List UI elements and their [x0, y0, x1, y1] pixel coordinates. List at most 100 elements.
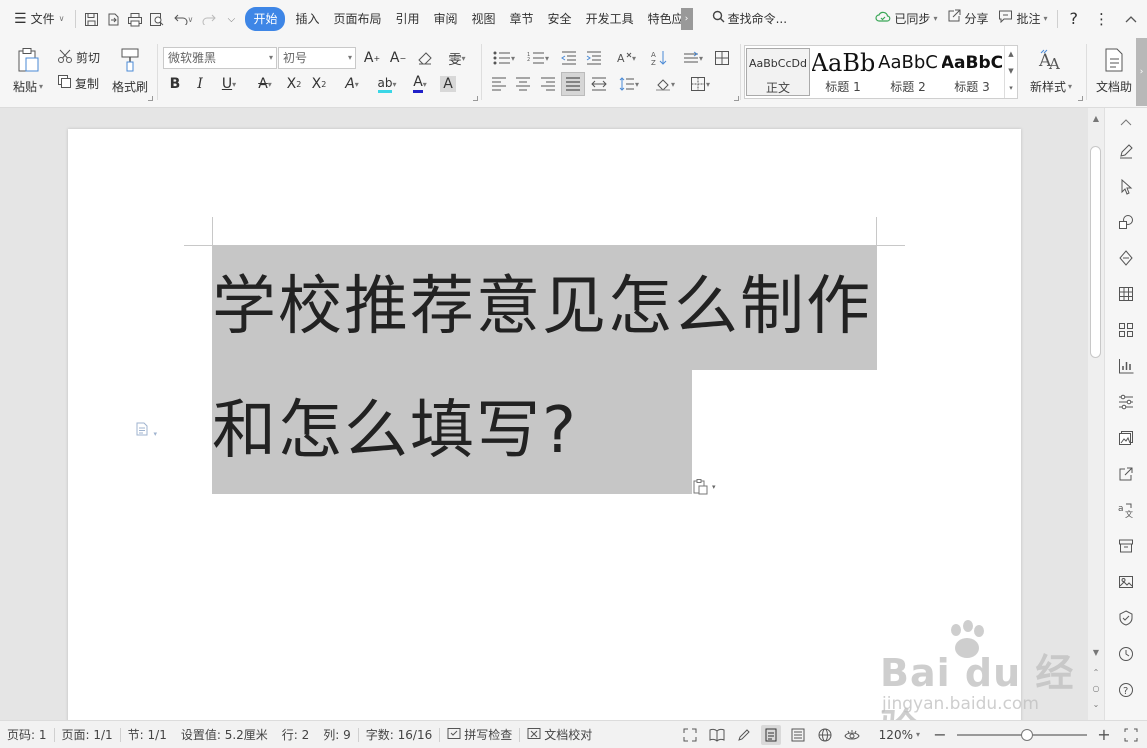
redo-icon[interactable] [198, 8, 220, 30]
doc-assistant-button[interactable]: 文档助 [1092, 46, 1136, 95]
zoom-slider[interactable] [957, 728, 1087, 741]
spell-check-button[interactable]: 拼写检查 [440, 726, 519, 743]
style-normal[interactable]: AaBbCcDd 正文 [746, 48, 810, 96]
font-size-select[interactable]: 初号 ▾ [278, 47, 356, 69]
underline-icon[interactable]: U ▾ [214, 73, 244, 95]
image-gallery-icon[interactable] [1116, 428, 1136, 448]
tab-developer[interactable]: 开发工具 [579, 7, 641, 31]
font-name-select[interactable]: 微软雅黑 ▾ [163, 47, 277, 69]
status-setting-value[interactable]: 设置值: 5.2厘米 [174, 726, 275, 743]
zoom-in-icon[interactable]: + [1094, 725, 1114, 745]
tab-features[interactable]: 特色应 [641, 7, 681, 31]
format-painter-button[interactable]: 格式刷 [108, 46, 152, 95]
share-button[interactable]: 分享 [942, 7, 993, 31]
borders-icon[interactable]: ▾ [685, 73, 715, 95]
vertical-scrollbar[interactable]: ▲ ▼ ⌃ ○ ⌄ [1088, 108, 1104, 720]
status-page-number[interactable]: 页码: 1 [0, 726, 54, 743]
copy-button[interactable]: 复制 [57, 73, 99, 93]
paragraph-layout-icon[interactable]: ▾ [135, 422, 157, 440]
scroll-up-arrow[interactable]: ▲ [1088, 114, 1104, 123]
reading-mode-icon[interactable] [707, 725, 727, 745]
shading-icon[interactable]: ▾ [650, 73, 680, 95]
select-cursor-icon[interactable] [1116, 177, 1136, 197]
picture-icon[interactable] [1116, 572, 1136, 592]
style-brush-icon[interactable] [1116, 248, 1136, 268]
character-shading-icon[interactable]: A [437, 73, 459, 95]
style-heading-2[interactable]: AaBbC 标题 2 [876, 48, 940, 96]
text-effect-icon[interactable]: A ▾ [337, 73, 367, 95]
customize-toolbar-icon[interactable]: ⌵ [220, 8, 242, 30]
print-preview-icon[interactable] [146, 8, 168, 30]
translate-icon[interactable]: a文 [1116, 500, 1136, 520]
document-page[interactable]: 学校推荐意见怎么制作和怎么填写? ▾ ▾ [68, 129, 1021, 720]
chevron-down-icon[interactable]: ▼ [1005, 63, 1017, 80]
group-expand-icon[interactable] [1078, 96, 1083, 101]
numbered-list-icon[interactable]: 1 2 ▾ [522, 47, 554, 69]
align-center-icon[interactable] [512, 73, 534, 95]
collapse-ribbon-icon[interactable] [1117, 7, 1147, 31]
collapse-panel-icon[interactable] [1116, 112, 1136, 132]
table-of-contents-icon[interactable] [711, 47, 733, 69]
show-marks-icon[interactable]: ▾ [677, 47, 709, 69]
zoom-level[interactable]: 120% ▾ [869, 728, 923, 742]
increase-indent-icon[interactable] [583, 47, 605, 69]
zoom-out-icon[interactable]: − [930, 725, 950, 745]
select-browse-object-icon[interactable]: ○ [1088, 684, 1104, 693]
status-section[interactable]: 节: 1/1 [121, 726, 174, 743]
pen-icon[interactable] [1116, 141, 1136, 161]
group-expand-icon[interactable] [734, 96, 739, 101]
paste-options-icon[interactable]: ▾ [692, 479, 716, 495]
bold-icon[interactable]: B [164, 73, 186, 95]
styles-scroll[interactable]: ▲ ▼ ▾ [1004, 46, 1017, 98]
page-view-icon[interactable] [760, 724, 781, 745]
share-export-icon[interactable] [1116, 464, 1136, 484]
help-circle-icon[interactable]: ? [1116, 680, 1136, 700]
tab-overflow-arrow[interactable]: › [680, 8, 693, 30]
web-view-icon[interactable] [815, 725, 835, 745]
shield-icon[interactable] [1116, 608, 1136, 628]
save-icon[interactable] [80, 8, 102, 30]
style-heading-3[interactable]: AaBbC 标题 3 [942, 48, 1002, 96]
tab-security[interactable]: 安全 [541, 7, 579, 31]
bullet-list-icon[interactable]: ▾ [488, 47, 520, 69]
tab-page-layout[interactable]: 页面布局 [326, 7, 388, 31]
comment-button[interactable]: 批注 ▾ [993, 7, 1052, 31]
italic-icon[interactable]: I [189, 73, 211, 95]
file-menu[interactable]: ☰ 文件 ∨ [0, 7, 71, 31]
command-search[interactable]: 查找命令... [705, 7, 794, 31]
scroll-thumb[interactable] [1090, 146, 1101, 358]
decrease-indent-icon[interactable] [558, 47, 580, 69]
shapes-icon[interactable] [1116, 212, 1136, 232]
paste-button[interactable]: 粘贴 ▾ [10, 46, 46, 95]
grow-font-icon[interactable]: A + [361, 47, 383, 69]
status-column[interactable]: 列: 9 [316, 726, 358, 743]
cut-button[interactable]: 剪切 [57, 47, 100, 67]
tab-references[interactable]: 引用 [388, 7, 426, 31]
sync-status[interactable]: 已同步 ▾ [870, 7, 942, 31]
justify-icon[interactable] [561, 72, 585, 96]
tab-home[interactable]: 开始 [245, 7, 286, 31]
fit-window-icon[interactable] [1121, 725, 1141, 745]
next-page-icon[interactable]: ⌄ [1088, 700, 1104, 709]
more-options-icon[interactable]: ⋮ [1086, 7, 1117, 31]
font-color-icon[interactable]: A ▾ [405, 73, 435, 95]
align-right-icon[interactable] [537, 73, 559, 95]
tab-review[interactable]: 审阅 [427, 7, 465, 31]
previous-page-icon[interactable]: ⌃ [1088, 668, 1104, 677]
help-button[interactable]: ? [1062, 7, 1087, 31]
strikethrough-icon[interactable]: A ▾ [250, 73, 280, 95]
status-page-count[interactable]: 页面: 1/1 [55, 726, 120, 743]
sliders-icon[interactable] [1116, 392, 1136, 412]
superscript-icon[interactable]: X2 [283, 73, 305, 95]
zoom-slider-knob[interactable] [1021, 728, 1033, 741]
highlight-icon[interactable]: ab ▾ [372, 73, 402, 95]
tab-section[interactable]: 章节 [503, 7, 541, 31]
more-styles-icon[interactable]: ▾ [1005, 80, 1017, 97]
fullscreen-icon[interactable] [680, 725, 700, 745]
clear-format-icon[interactable] [414, 47, 436, 69]
subscript-icon[interactable]: X2 [308, 73, 330, 95]
scroll-down-arrow[interactable]: ▼ [1088, 648, 1104, 657]
archive-box-icon[interactable] [1116, 536, 1136, 556]
print-icon[interactable] [124, 8, 146, 30]
text-direction-icon[interactable]: A ▾ [611, 47, 641, 69]
